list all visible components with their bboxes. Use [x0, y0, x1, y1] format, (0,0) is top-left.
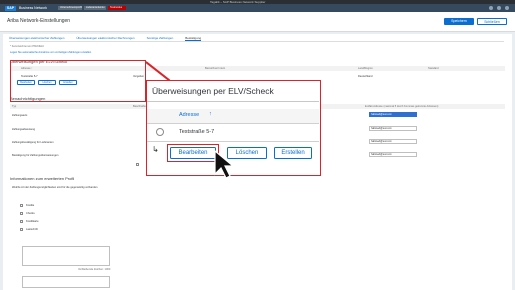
shell-icons	[489, 6, 509, 10]
zoom-row-divider	[147, 123, 319, 124]
remit-col-country: Land/Region	[358, 67, 373, 70]
avatar[interactable]	[505, 6, 509, 10]
notif-email-value: hallowelt@test.com	[371, 139, 392, 143]
shell-tag-profile[interactable]: Unternehmensprofil	[58, 6, 82, 10]
remit-col-id: Bezeichnet Intern	[205, 67, 226, 70]
option-label: Checks	[26, 212, 35, 215]
help-icon[interactable]	[489, 6, 493, 10]
tab-other-payments[interactable]: Sonstige Zahlungen	[147, 34, 174, 41]
option-checkbox[interactable]	[20, 228, 23, 231]
page-title: Ariba Network-Einstellungen	[7, 18, 71, 24]
notif-row-type: Bestätigung für Zahlungsüberweisungen	[12, 154, 59, 157]
zoom-title: Überweisungen per ELV/Scheck	[152, 86, 274, 96]
zoom-row-street: Teststraße 5-7	[179, 129, 215, 135]
shell-bar: SAP Business Network Unternehmensprofil …	[0, 4, 515, 12]
early-payment-link[interactable]: Legen Sie automatische Annahme von vorze…	[10, 51, 91, 54]
close-button[interactable]: Schließen	[477, 18, 507, 25]
notif-email-value: hallowelt@test.com	[371, 112, 392, 116]
notif-col-type: Typ	[12, 105, 17, 108]
zoom-col-address[interactable]: Adresse	[179, 112, 199, 118]
profile-textarea-2[interactable]	[22, 276, 110, 288]
tab-invoice-remittance[interactable]: Überweisungen elektronischer Rechnungen	[76, 34, 134, 41]
char-counter: Verbleibende Zeichen: 1000	[78, 268, 111, 271]
save-button[interactable]: Speichern	[444, 18, 474, 25]
shell-title: Business Network	[19, 6, 48, 10]
return-arrow-icon: ↳	[152, 145, 159, 154]
zoom-divider	[147, 101, 319, 102]
notif-col-email: E-Mail-Adresse (maximal 5 durch Kommas g…	[365, 105, 439, 108]
notif-row-type: Zahlungsabweisung	[12, 128, 36, 131]
profile-textarea[interactable]	[22, 246, 110, 266]
option-checkbox[interactable]	[20, 204, 23, 207]
profile-question: Welche Art der Zahlungsmöglichkeiten sin…	[12, 186, 98, 189]
option-label: Lastschrift	[26, 228, 38, 231]
sap-logo[interactable]: SAP	[5, 5, 16, 11]
mouse-pointer-icon	[214, 150, 235, 179]
notif-row-type: Zahlungsbestätigung für Lieferanten	[12, 141, 54, 144]
option-label: Kredite	[26, 204, 35, 207]
shell-tag-account[interactable]: Lieferantenkonto	[84, 6, 106, 10]
notif-checkbox[interactable]	[136, 163, 139, 166]
notif-email-value: hallowelt@test.com	[371, 152, 392, 156]
shell-tag-testmode: Testmodus	[108, 6, 126, 10]
page-header: Ariba Network-Einstellungen Speichern Sc…	[0, 12, 515, 32]
notif-email-value: hallowelt@test.com	[371, 126, 392, 130]
tab-bar: Überweisungen elektronischer Zahlungen Ü…	[9, 34, 504, 42]
tab-confirmation[interactable]: Bestätigung	[185, 34, 202, 41]
option-label: Kreditkarte	[26, 220, 39, 223]
highlight-frame	[10, 60, 146, 102]
option-checkbox[interactable]	[20, 220, 23, 223]
notification-icon[interactable]	[497, 6, 501, 10]
remit-row-country: Deutschland	[358, 75, 373, 78]
tab-payment-remittance[interactable]: Überweisungen elektronischer Zahlungen	[9, 34, 64, 41]
row-radio[interactable]	[156, 128, 164, 136]
sort-ascending-icon[interactable]: ↑	[209, 111, 212, 117]
edit-button[interactable]: Bearbeiten	[170, 147, 216, 159]
zoom-table-header	[147, 109, 319, 123]
option-checkbox[interactable]	[20, 212, 23, 215]
remit-col-default: Standard	[428, 67, 439, 70]
notif-row-type: Zahlungsavis	[12, 114, 28, 117]
zoom-row-divider	[147, 141, 319, 142]
required-note: * Kennzeichnet ein Pflichtfeld	[10, 45, 44, 48]
create-button[interactable]: Erstellen	[274, 147, 312, 159]
profile-section-title: Informationen zum erweiterten Profil	[10, 176, 75, 181]
